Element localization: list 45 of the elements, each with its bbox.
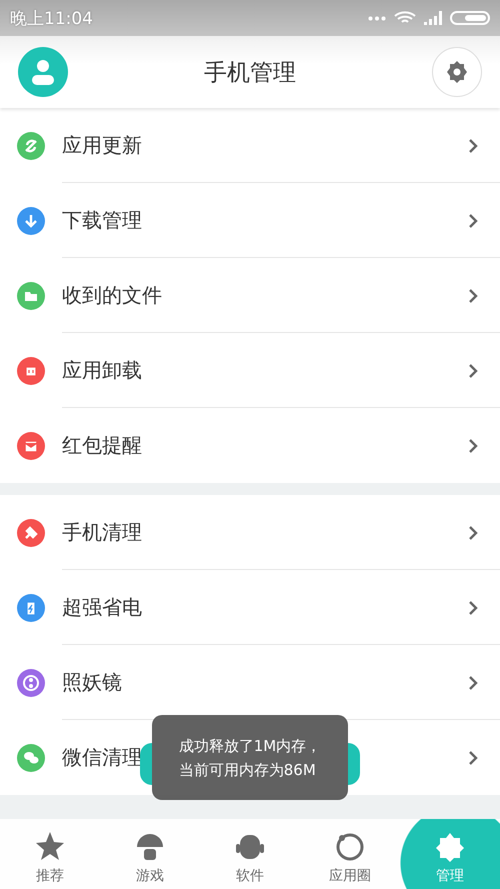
person-icon xyxy=(32,59,54,85)
tab[interactable]: 应用圈 xyxy=(300,819,400,889)
settings-icon xyxy=(445,60,469,84)
tab-label: 管理 xyxy=(436,867,464,885)
tab-label: 应用圈 xyxy=(329,867,371,885)
yin-yang-icon xyxy=(17,668,45,696)
menu-label[interactable]: 应用卸载 xyxy=(62,357,142,384)
tab-label: 软件 xyxy=(236,867,264,885)
chevron-icon xyxy=(468,438,478,454)
page-title: 手机管理 xyxy=(204,58,296,88)
folder-icon xyxy=(17,282,45,310)
tab-label: 推荐 xyxy=(36,867,64,885)
tab-label: 游戏 xyxy=(136,867,164,885)
chevron-icon xyxy=(468,600,478,616)
broom-icon xyxy=(17,518,45,546)
signal-icon xyxy=(424,11,442,25)
menu-label[interactable]: 超强省电 xyxy=(62,594,142,621)
menu-label[interactable]: 下载管理 xyxy=(62,207,142,234)
menu-label[interactable]: 收到的文件 xyxy=(62,282,162,309)
tab[interactable]: 游戏 xyxy=(100,819,200,889)
chevron-icon xyxy=(468,212,478,228)
tab[interactable]: 软件 xyxy=(200,819,300,889)
menu-label[interactable]: 照妖镜 xyxy=(62,669,122,696)
chevron-icon xyxy=(468,288,478,304)
chevron-icon xyxy=(468,674,478,690)
battery-icon xyxy=(17,594,45,622)
battery-icon xyxy=(450,11,490,25)
toast-edge xyxy=(348,743,360,785)
chevron-icon xyxy=(468,138,478,154)
tab[interactable]: 推荐 xyxy=(0,819,100,889)
menu-label[interactable]: 应用更新 xyxy=(62,132,142,159)
menu-label[interactable]: 红包提醒 xyxy=(62,432,142,459)
toast-message: 成功释放了1M内存， 当前可用内存为86M xyxy=(178,736,322,780)
wifi-icon xyxy=(394,11,416,25)
menu-label[interactable]: 微信清理 xyxy=(62,744,142,771)
download-icon xyxy=(17,206,45,234)
status-time: 晚上11:04 xyxy=(10,8,93,30)
chevron-icon xyxy=(468,750,478,766)
more-icon xyxy=(368,16,386,20)
envelope-icon xyxy=(17,432,45,460)
chevron-icon xyxy=(468,362,478,378)
chevron-icon xyxy=(468,524,478,540)
menu-label[interactable]: 手机清理 xyxy=(62,519,142,546)
chat-icon xyxy=(17,744,45,772)
settings-button[interactable] xyxy=(432,47,482,97)
